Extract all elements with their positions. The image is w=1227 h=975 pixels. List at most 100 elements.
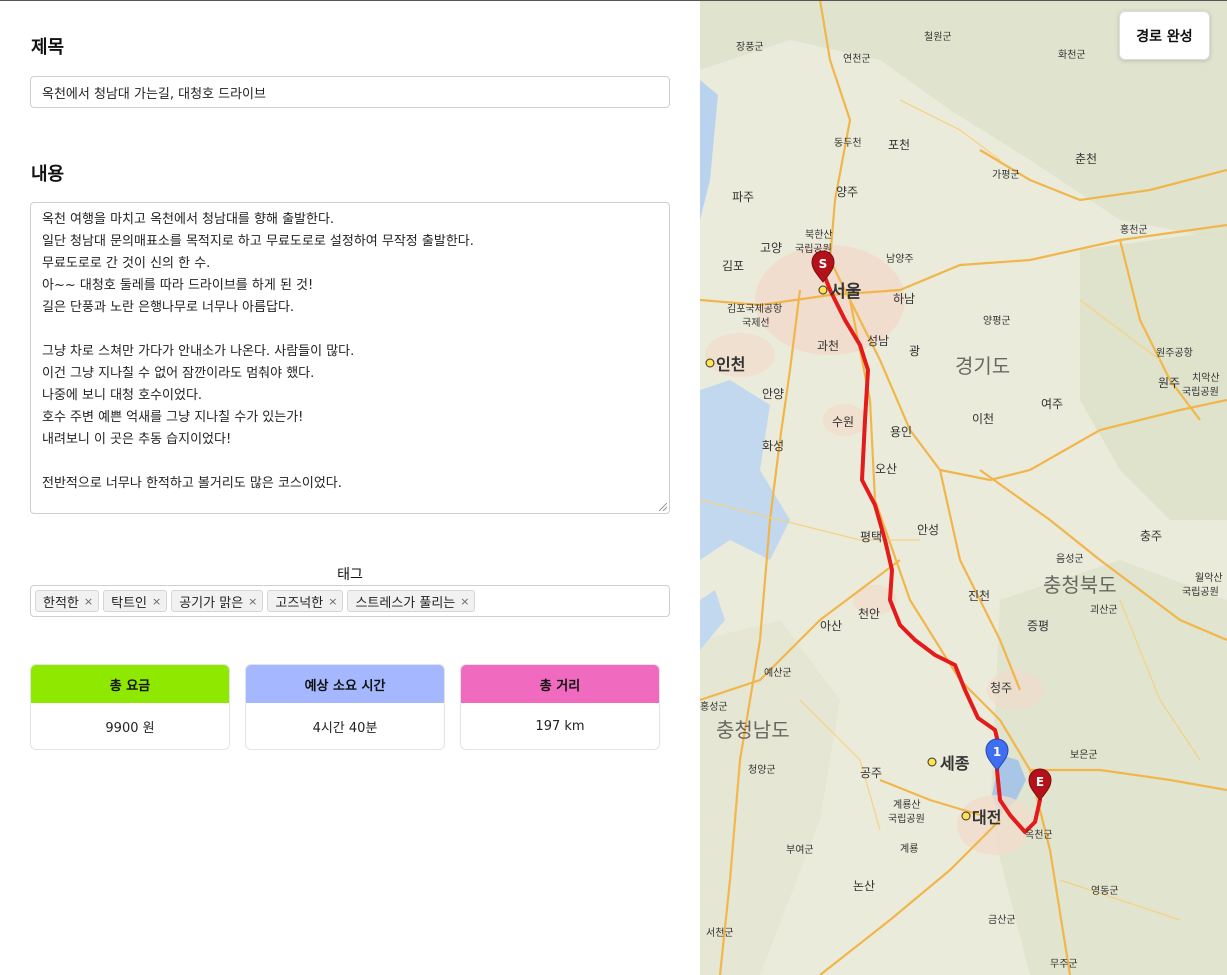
map-label-yesan: 예산군 bbox=[764, 667, 792, 679]
map-label-cheonan: 천안 bbox=[858, 606, 880, 621]
map-label-gyeryong-park: 계룡산 bbox=[893, 799, 921, 811]
map-label-seocheon: 서천군 bbox=[706, 927, 734, 939]
title-input[interactable] bbox=[30, 76, 670, 108]
map-label-woraksan: 월악산 bbox=[1195, 572, 1223, 584]
total-fee-label: 총 요금 bbox=[31, 665, 229, 703]
map-label-wonju: 원주 bbox=[1158, 376, 1180, 390]
map-label-yangpyeong: 양평군 bbox=[983, 315, 1011, 327]
content-line: 아~~ 대청호 둘레를 따라 드라이브를 하게 된 것! bbox=[42, 278, 314, 293]
map-canvas[interactable]: 서울 인천 세종 대전 경기도 충청북도 충청남도 청주 천안 평택 수원 오산… bbox=[700, 0, 1227, 975]
map-label-icheon: 이천 bbox=[972, 411, 994, 426]
map-label-gimpo-airport: 김포국제공항 bbox=[727, 303, 782, 315]
content-line: 길은 단풍과 노란 은행나무로 너무나 아름답다. bbox=[42, 300, 295, 315]
tag-label: 공기가 맑은 bbox=[179, 595, 244, 611]
tag-label: 고즈넉한 bbox=[275, 595, 324, 611]
map-label-eumseong: 음성군 bbox=[1056, 553, 1084, 565]
map-label-hongseong: 홍성군 bbox=[700, 700, 728, 713]
content-line: 옥천 여행을 마치고 옥천에서 청남대를 향해 출발한다. bbox=[42, 212, 335, 227]
title-heading: 제목 bbox=[31, 37, 65, 58]
map-label-sejong: 세종 bbox=[940, 754, 970, 773]
map-label-gongju: 공주 bbox=[860, 766, 882, 780]
post-editor-panel: 제목 내용 옥천 여행을 마치고 옥천에서 청남대를 향해 출발한다. 일단 청… bbox=[0, 0, 700, 975]
tag-label: 스트레스가 풀리는 bbox=[355, 595, 456, 611]
map-label-buyeo: 부여군 bbox=[786, 844, 814, 856]
map-label-yeoju: 여주 bbox=[1041, 397, 1063, 411]
map-label-anyang: 안양 bbox=[762, 387, 784, 401]
content-line bbox=[42, 319, 658, 341]
seoul-city-dot-icon bbox=[818, 285, 828, 295]
map-label-daejeon: 대전 bbox=[972, 808, 1001, 827]
waypoint-marker-label: 1 bbox=[993, 745, 1001, 759]
textarea-resize-handle[interactable] bbox=[659, 503, 667, 511]
total-fee-value: 9900 원 bbox=[105, 720, 155, 736]
tag-chip: 스트레스가 풀리는 × bbox=[347, 590, 476, 612]
map-label-hongcheon: 홍천군 bbox=[1120, 223, 1148, 236]
tag-chip: 한적한 × bbox=[35, 590, 100, 612]
map-label-pyeongtaek: 평택 bbox=[860, 530, 882, 544]
content-line: 전반적으로 너무나 한적하고 볼거리도 많은 코스이었다. bbox=[42, 476, 342, 491]
incheon-city-dot-icon bbox=[705, 358, 715, 368]
content-line: 나중에 보니 대청 호수이었다. bbox=[42, 388, 203, 403]
map-label-wonju-airport: 원주공항 bbox=[1156, 347, 1193, 359]
map-label-osan: 오산 bbox=[875, 462, 897, 476]
content-line: 일단 청남대 문의매표소를 목적지로 하고 무료도로로 설정하여 무작정 출발한… bbox=[42, 234, 474, 249]
map-label-anseong: 안성 bbox=[917, 523, 939, 537]
map-label-chiak-park: 국립공원 bbox=[1182, 385, 1219, 398]
map-label-woraksan-park: 국립공원 bbox=[1182, 585, 1219, 598]
route-complete-button[interactable]: 경로 완성 bbox=[1119, 11, 1210, 60]
map-label-okcheon: 옥천군 bbox=[1025, 829, 1053, 841]
content-line bbox=[42, 451, 658, 473]
content-line: 내려보니 이 곳은 추동 습지이었다! bbox=[42, 432, 232, 447]
map-label-suwon: 수원 bbox=[832, 415, 854, 429]
map-label-boeun: 보은군 bbox=[1070, 749, 1098, 761]
map-label-chuncheon: 춘천 bbox=[1075, 151, 1097, 166]
map-label-namyangju: 남양주 bbox=[886, 253, 914, 265]
map-label-jeungpyeong: 증평 bbox=[1027, 619, 1049, 633]
tag-label: 탁트인 bbox=[111, 595, 147, 611]
tag-chip: 고즈넉한 × bbox=[267, 590, 344, 612]
map-label-bukhan: 북한산 bbox=[805, 229, 833, 241]
map-label-goesan: 괴산군 bbox=[1090, 604, 1118, 616]
map-label-nonsan: 논산 bbox=[853, 879, 875, 893]
map-label-yangju: 양주 bbox=[836, 185, 858, 199]
map-label-muju: 무주군 bbox=[1050, 958, 1078, 970]
map-label-gimpo: 김포 bbox=[722, 259, 744, 273]
total-distance-card: 총 거리 197 km bbox=[460, 664, 660, 750]
tag-remove-icon[interactable]: × bbox=[152, 595, 161, 608]
map-label-chungju: 충주 bbox=[1140, 529, 1162, 543]
estimated-time-value: 4시간 40분 bbox=[312, 720, 378, 736]
tag-remove-icon[interactable]: × bbox=[248, 595, 257, 608]
map-label-paju: 파주 bbox=[732, 190, 754, 204]
route-map[interactable]: 서울 인천 세종 대전 경기도 충청북도 충청남도 청주 천안 평택 수원 오산… bbox=[700, 0, 1227, 975]
map-label-asan: 아산 bbox=[820, 619, 842, 633]
map-label-seoul: 서울 bbox=[830, 282, 862, 302]
content-textarea[interactable]: 옥천 여행을 마치고 옥천에서 청남대를 향해 출발한다. 일단 청남대 문의매… bbox=[30, 202, 670, 514]
map-label-hwacheon: 화천군 bbox=[1058, 49, 1086, 61]
map-label-gukjeseon: 국제선 bbox=[742, 317, 770, 329]
tag-input[interactable]: 한적한 × 탁트인 × 공기가 맑은 × 고즈넉한 × 스트레스가 풀리는 × bbox=[30, 585, 670, 617]
tag-chip: 탁트인 × bbox=[103, 590, 168, 612]
map-label-cheongyang: 청양군 bbox=[748, 764, 776, 776]
map-label-hanam: 하남 bbox=[893, 292, 915, 306]
content-line: 무료도로로 간 것이 신의 한 수. bbox=[42, 256, 211, 271]
map-label-gyeryong: 계룡 bbox=[900, 843, 918, 855]
sejong-city-dot-icon bbox=[927, 757, 937, 767]
tag-remove-icon[interactable]: × bbox=[84, 595, 93, 608]
tag-heading: 태그 bbox=[337, 567, 363, 583]
map-label-incheon: 인천 bbox=[716, 355, 745, 374]
map-label-jincheon: 진천 bbox=[968, 588, 990, 603]
map-label-cheongju: 청주 bbox=[990, 681, 1012, 695]
map-label-chungbuk: 충청북도 bbox=[1043, 573, 1117, 597]
map-label-gwangju: 광 bbox=[909, 344, 920, 358]
content-line: 그냥 차로 스쳐만 가다가 안내소가 나온다. 사람들이 많다. bbox=[42, 344, 355, 359]
tag-remove-icon[interactable]: × bbox=[460, 595, 469, 608]
total-distance-label: 총 거리 bbox=[461, 665, 659, 703]
tag-label: 한적한 bbox=[43, 595, 79, 611]
map-label-chungnam: 충청남도 bbox=[716, 718, 790, 742]
tag-remove-icon[interactable]: × bbox=[328, 595, 337, 608]
map-label-gwacheon: 과천 bbox=[817, 338, 839, 353]
map-label-yongin: 용인 bbox=[890, 425, 912, 439]
total-fee-card: 총 요금 9900 원 bbox=[30, 664, 230, 750]
total-distance-value: 197 km bbox=[535, 718, 585, 734]
map-label-hwaseong: 화성 bbox=[762, 439, 784, 453]
